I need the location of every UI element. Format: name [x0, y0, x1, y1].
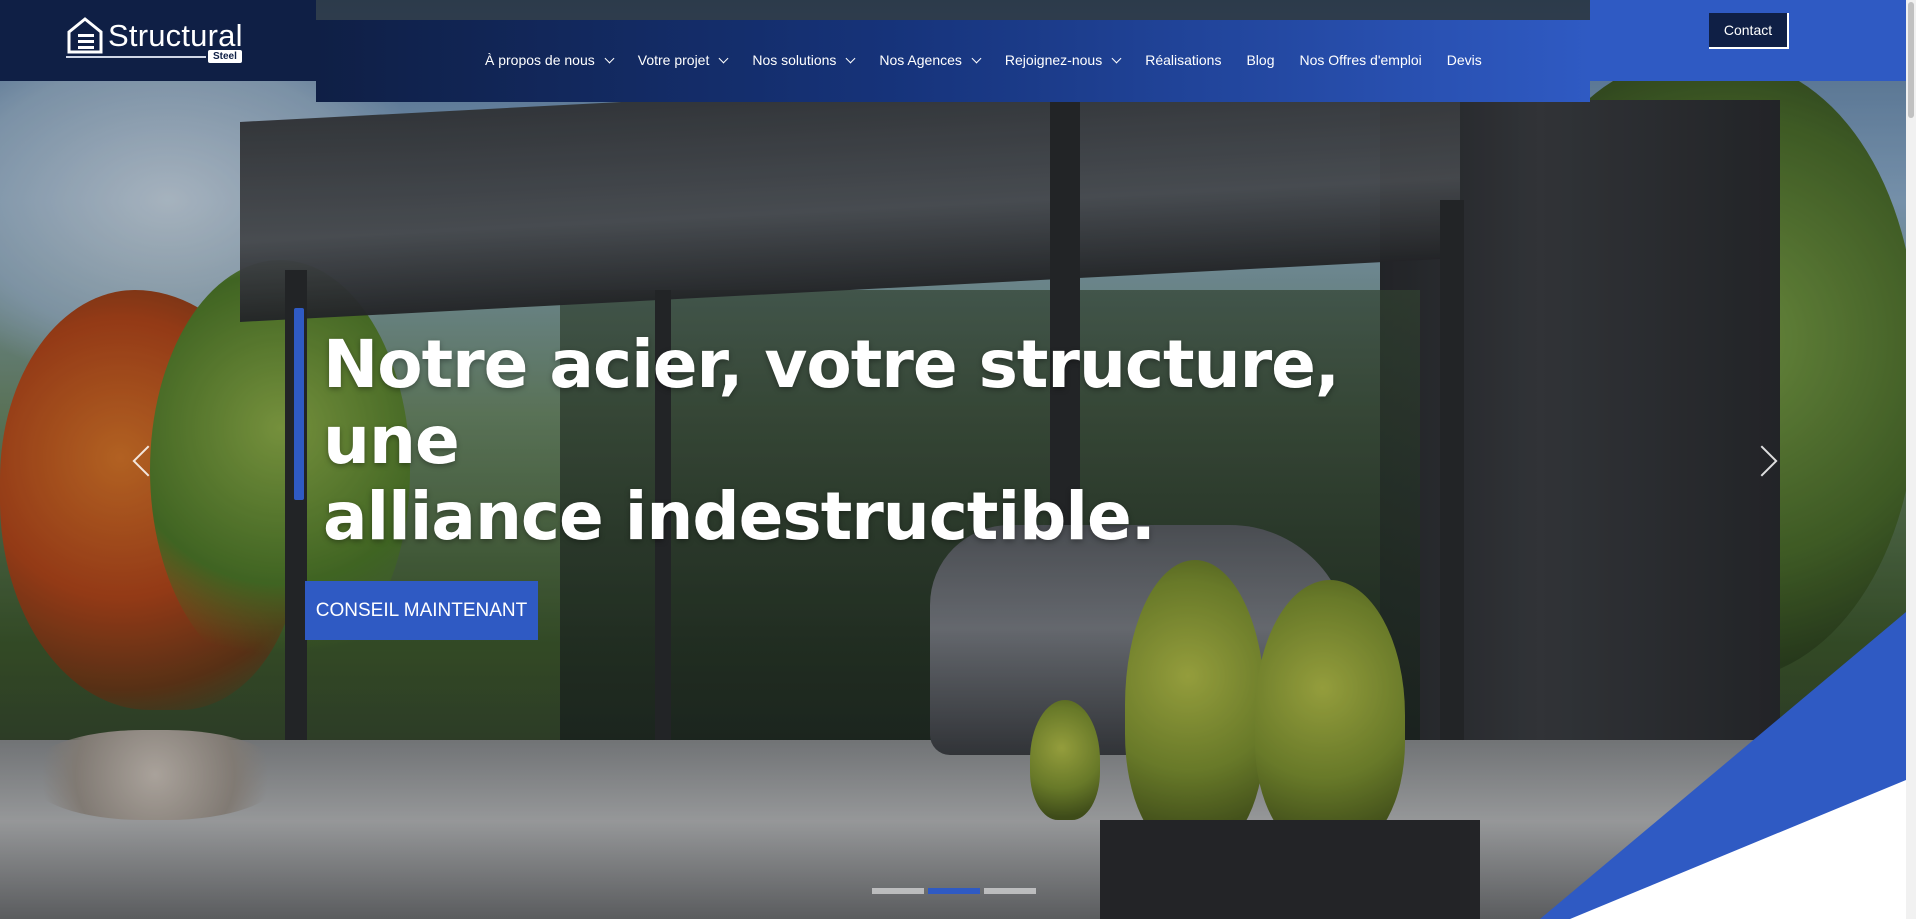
primary-nav: À propos de nous Votre projet Nos soluti…	[485, 50, 1507, 70]
slider-pagination	[872, 888, 1036, 894]
nav-item-offres-emploi[interactable]: Nos Offres d'emploi	[1300, 52, 1422, 68]
cta-button[interactable]: CONSEIL MAINTENANT	[305, 581, 538, 640]
nav-item-nos-agences[interactable]: Nos Agences	[879, 52, 982, 68]
chevron-down-icon	[971, 53, 982, 63]
brand-name: Structural	[108, 18, 243, 53]
scrollbar-thumb[interactable]	[1908, 2, 1914, 118]
nav-item-nos-solutions[interactable]: Nos solutions	[752, 52, 856, 68]
chevron-down-icon	[604, 53, 615, 63]
chevron-down-icon	[718, 53, 729, 63]
hero-headline-line1: Notre acier, votre structure, une	[323, 326, 1340, 479]
slider-dot-1[interactable]	[872, 888, 924, 894]
chevron-down-icon	[845, 53, 856, 63]
house-icon	[67, 17, 103, 54]
nav-item-blog[interactable]: Blog	[1246, 52, 1274, 68]
nav-item-a-propos[interactable]: À propos de nous	[485, 52, 615, 68]
chevron-down-icon	[1111, 53, 1122, 63]
site-logo[interactable]: Structural Steel	[66, 14, 256, 66]
page: Structural Steel À propos de nous Votre …	[0, 0, 1916, 919]
header-top-strip	[316, 0, 1590, 20]
slider-dot-3[interactable]	[984, 888, 1036, 894]
slider-dot-2[interactable]	[928, 888, 980, 894]
headline-accent-bar	[294, 308, 304, 500]
hero-headline-line2: alliance indestructible.	[323, 478, 1156, 555]
contact-button[interactable]: Contact	[1709, 13, 1789, 49]
hero-headline: Notre acier, votre structure, une allian…	[323, 327, 1373, 555]
nav-item-votre-projet[interactable]: Votre projet	[638, 52, 729, 68]
nav-item-devis[interactable]: Devis	[1447, 52, 1482, 68]
brand-tag: Steel	[208, 50, 242, 63]
nav-item-rejoignez-nous[interactable]: Rejoignez-nous	[1005, 52, 1122, 68]
nav-item-realisations[interactable]: Réalisations	[1145, 52, 1221, 68]
page-scrollbar[interactable]	[1906, 0, 1916, 919]
